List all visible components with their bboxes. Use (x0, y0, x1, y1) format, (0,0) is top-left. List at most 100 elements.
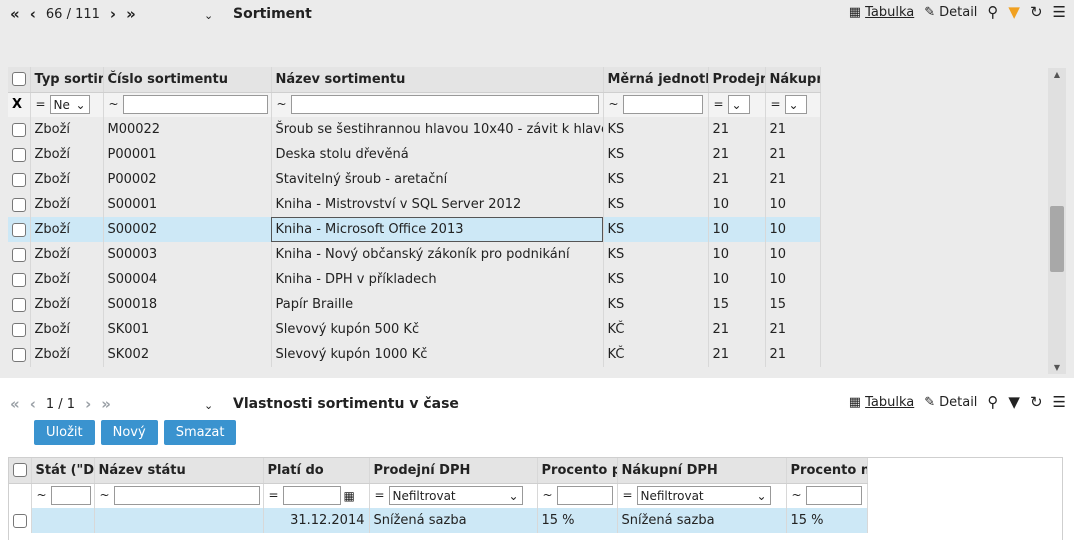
first-page-icon[interactable]: « (10, 395, 20, 413)
row-select-cell[interactable] (8, 292, 31, 317)
select-all-checkbox[interactable] (13, 463, 27, 478)
cell-name[interactable]: Deska stolu dřevěná (271, 142, 604, 167)
table-row[interactable]: Zboží S00018 Papír Braille KS 15 15 (8, 292, 821, 317)
col-header-buy[interactable]: Nákupní (765, 67, 821, 93)
vertical-scrollbar[interactable]: ▲ ▼ (1048, 68, 1066, 374)
row-select-cell[interactable] (8, 167, 31, 192)
cell-type[interactable]: Zboží (30, 117, 104, 142)
table-row[interactable]: Zboží P00002 Stavitelný šroub - aretační KS… (8, 167, 821, 192)
row-select-cell[interactable] (8, 242, 31, 267)
cell-type[interactable]: Zboží (30, 267, 104, 292)
cell-sale[interactable]: 21 (708, 167, 766, 192)
refresh-icon[interactable]: ↻ (1030, 5, 1043, 20)
cell-type[interactable]: Zboží (30, 142, 104, 167)
cell-valid-to[interactable]: 31.12.2014 (263, 508, 370, 533)
row-checkbox[interactable] (12, 247, 26, 262)
cell-type[interactable]: Zboží (30, 217, 104, 242)
table-row[interactable]: Zboží S00002 Kniha - Microsoft Office 2013… (8, 217, 821, 242)
save-button[interactable]: Uložit (34, 420, 95, 445)
cell-sale[interactable]: 10 (708, 242, 766, 267)
table-row[interactable]: Zboží P00001 Deska stolu dřevěná KS 21 21 (8, 142, 821, 167)
cell-code[interactable]: S00001 (103, 192, 272, 217)
cell-buy-vat[interactable]: Snížená sazba (617, 508, 787, 533)
cell-buy[interactable]: 10 (765, 217, 821, 242)
col-header-state[interactable]: Stát ("Do (31, 458, 95, 484)
cell-code[interactable]: SK001 (103, 317, 272, 342)
search-icon[interactable]: ⚲ (987, 395, 998, 410)
cell-sale[interactable]: 10 (708, 267, 766, 292)
cell-unit[interactable]: KČ (603, 342, 709, 367)
next-page-icon[interactable]: › (85, 395, 91, 413)
filter-code-input[interactable] (122, 95, 268, 115)
filter-type-select[interactable]: Ne ⌄ (49, 95, 90, 115)
row-checkbox[interactable] (12, 222, 26, 237)
filter-icon[interactable]: ▼ (1008, 5, 1020, 20)
col-header-code[interactable]: Číslo sortimentu (103, 67, 272, 93)
col-header-state-name[interactable]: Název státu (94, 458, 264, 484)
cell-buy[interactable]: 10 (765, 242, 821, 267)
cell-type[interactable]: Zboží (30, 167, 104, 192)
select-all-cell[interactable] (9, 458, 32, 484)
col-header-sale[interactable]: Prodejní (708, 67, 766, 93)
filter-sale-pct-input[interactable] (556, 486, 613, 506)
cell-name[interactable]: Stavitelný šroub - aretační (271, 167, 604, 192)
filter-valid-to-input[interactable] (282, 486, 341, 506)
cell-sale[interactable]: 21 (708, 317, 766, 342)
row-checkbox[interactable] (12, 272, 26, 287)
table-row[interactable]: Zboží S00004 Kniha - DPH v příkladech KS 10 1… (8, 267, 821, 292)
col-header-buy-vat[interactable]: Nákupní DPH (617, 458, 787, 484)
cell-type[interactable]: Zboží (30, 342, 104, 367)
row-checkbox[interactable] (12, 122, 26, 137)
cell-name[interactable]: Kniha - Nový občanský zákoník pro podnik… (271, 242, 604, 267)
row-select-cell[interactable] (8, 267, 31, 292)
row-select-cell[interactable] (8, 317, 31, 342)
delete-button[interactable]: Smazat (163, 420, 237, 445)
menu-icon[interactable]: ☰ (1053, 5, 1066, 20)
tab-detail[interactable]: ✎ Detail (924, 5, 977, 20)
row-checkbox[interactable] (13, 513, 27, 528)
row-select-cell[interactable] (8, 217, 31, 242)
table-row[interactable]: Zboží SK002 Slevový kupón 1000 Kč KČ 21 21 (8, 342, 821, 367)
table-row[interactable]: Zboží S00001 Kniha - Mistrovství v SQL Ser… (8, 192, 821, 217)
refresh-icon[interactable]: ↻ (1030, 395, 1043, 410)
cell-name[interactable]: Šroub se šestihrannou hlavou 10x40 - záv… (271, 117, 604, 142)
col-header-unit[interactable]: Měrná jednotka (603, 67, 709, 93)
filter-buy-vat-select[interactable]: Nefiltrovat ⌄ (636, 486, 771, 506)
row-select-cell[interactable] (8, 142, 31, 167)
cell-code[interactable]: S00018 (103, 292, 272, 317)
cell-buy-pct[interactable]: 15 % (786, 508, 868, 533)
row-checkbox[interactable] (12, 197, 26, 212)
col-header-sale-pct[interactable]: Procento pro (537, 458, 618, 484)
filter-buy-select[interactable]: ⌄ (784, 95, 807, 115)
last-page-icon[interactable]: » (101, 395, 111, 413)
calendar-icon[interactable]: ▦ (344, 489, 355, 503)
cell-type[interactable]: Zboží (30, 192, 104, 217)
cell-sale[interactable]: 15 (708, 292, 766, 317)
cell-sale[interactable]: 21 (708, 342, 766, 367)
cell-buy[interactable]: 21 (765, 117, 821, 142)
cell-code[interactable]: S00004 (103, 267, 272, 292)
cell-unit[interactable]: KS (603, 267, 709, 292)
row-select-cell[interactable] (8, 342, 31, 367)
row-checkbox[interactable] (12, 172, 26, 187)
cell-type[interactable]: Zboží (30, 292, 104, 317)
search-icon[interactable]: ⚲ (987, 5, 998, 20)
cell-buy[interactable]: 21 (765, 142, 821, 167)
row-select-cell[interactable] (8, 117, 31, 142)
clear-filter-button[interactable]: X (8, 92, 31, 117)
scroll-thumb[interactable] (1050, 206, 1064, 272)
row-checkbox[interactable] (12, 297, 26, 312)
table-row[interactable]: Zboží M00022 Šroub se šestihrannou hlavou … (8, 117, 821, 142)
cell-state-name[interactable] (94, 508, 264, 533)
col-header-valid-to[interactable]: Platí do (263, 458, 370, 484)
cell-buy[interactable]: 21 (765, 317, 821, 342)
cell-code[interactable]: S00003 (103, 242, 272, 267)
cell-buy[interactable]: 15 (765, 292, 821, 317)
filter-unit-input[interactable] (622, 95, 703, 115)
chevron-down-icon[interactable]: ⌄ (204, 399, 213, 412)
col-header-name[interactable]: Název sortimentu (271, 67, 604, 93)
cell-code[interactable]: P00002 (103, 167, 272, 192)
select-all-checkbox[interactable] (12, 72, 26, 87)
cell-sale[interactable]: 10 (708, 192, 766, 217)
cell-unit[interactable]: KS (603, 117, 709, 142)
